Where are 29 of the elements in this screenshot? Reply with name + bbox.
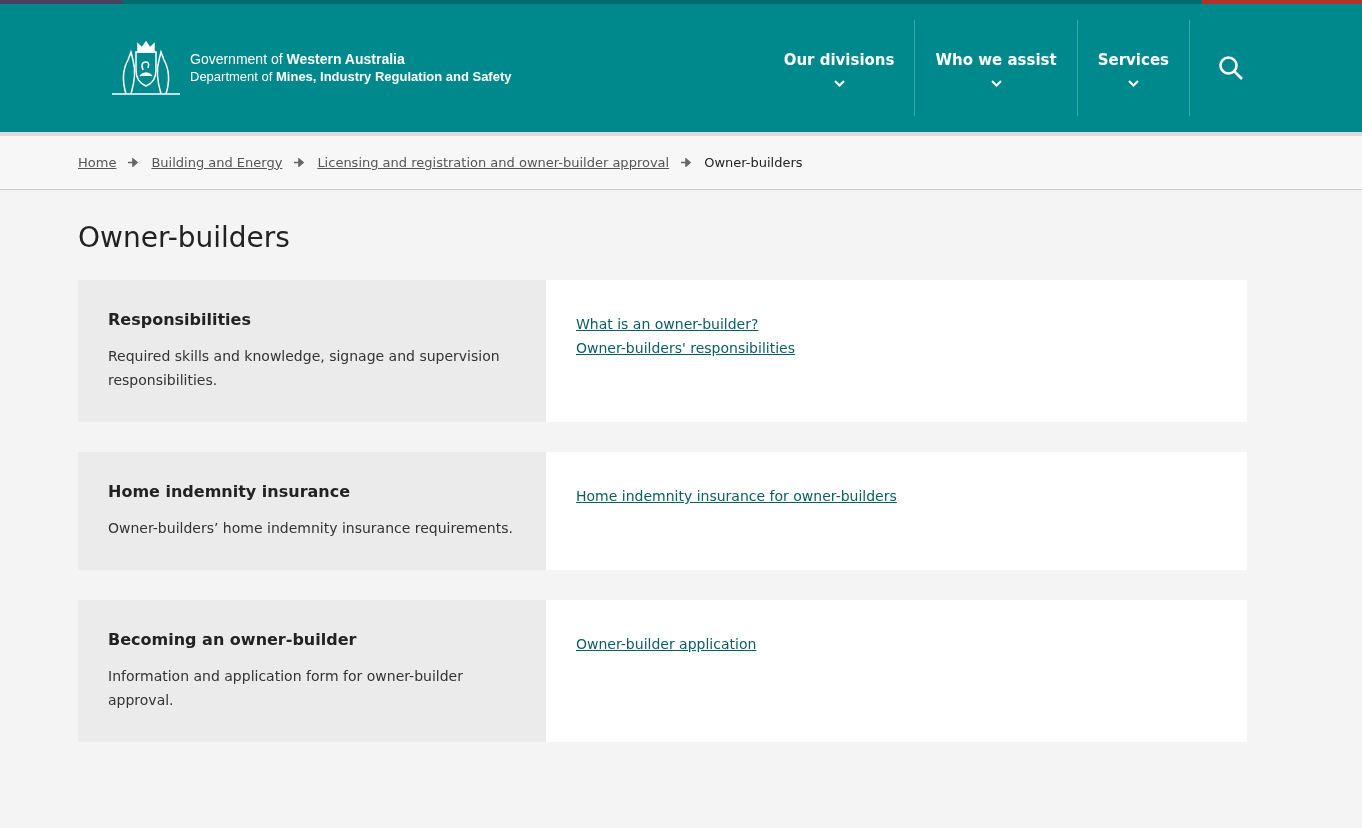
section-title: Home indemnity insurance	[108, 481, 352, 503]
logo-text: Government of Western Australia	[190, 51, 406, 68]
section-description: Required skills and knowledge, signage and supervision responsibilities.	[108, 347, 501, 390]
nav-menu-item[interactable]: Our divisions	[763, 20, 916, 116]
search-icon	[1218, 55, 1244, 81]
section-link[interactable]: Owner-builders' responsibilities	[576, 336, 795, 360]
section-title: Becoming an owner-builder	[108, 629, 358, 651]
arrow-icon	[294, 158, 306, 167]
chevron-icon	[833, 79, 845, 87]
coat-of-arms-logo	[110, 40, 182, 96]
arrow-icon	[681, 158, 693, 167]
section-description: Information and application form for owner-builder approval.	[108, 667, 464, 710]
nav-menu-item[interactable]: Who we assist	[915, 20, 1078, 116]
chevron-icon	[990, 79, 1002, 87]
breadcrumb-link[interactable]: Home	[78, 152, 117, 173]
logo-text: Department of Mines, Industry Regulation and Safety	[190, 68, 512, 85]
chevron-icon	[1127, 79, 1139, 87]
breadcrumb-link[interactable]: Building and Energy	[151, 152, 283, 173]
section-link[interactable]: What is an owner-builder?	[576, 312, 759, 336]
page-title: Owner-builders	[78, 220, 291, 256]
site-logo[interactable]: Government of Western Australia Department of Mines, Industry Regulation and Safety	[110, 40, 512, 96]
nav-menu-item[interactable]: Services	[1077, 20, 1190, 116]
section-description: Owner-builders’ home indemnity insurance requirements.	[108, 519, 514, 538]
breadcrumb-current: Owner-builders	[704, 153, 803, 172]
section-link[interactable]: Owner-builder application	[576, 632, 757, 656]
breadcrumb-link[interactable]: Licensing and registration and owner-builder approval	[317, 152, 670, 173]
section-title: Responsibilities	[108, 309, 252, 331]
arrow-icon	[128, 158, 140, 167]
section-link[interactable]: Home indemnity insurance for owner-builders	[576, 484, 897, 508]
